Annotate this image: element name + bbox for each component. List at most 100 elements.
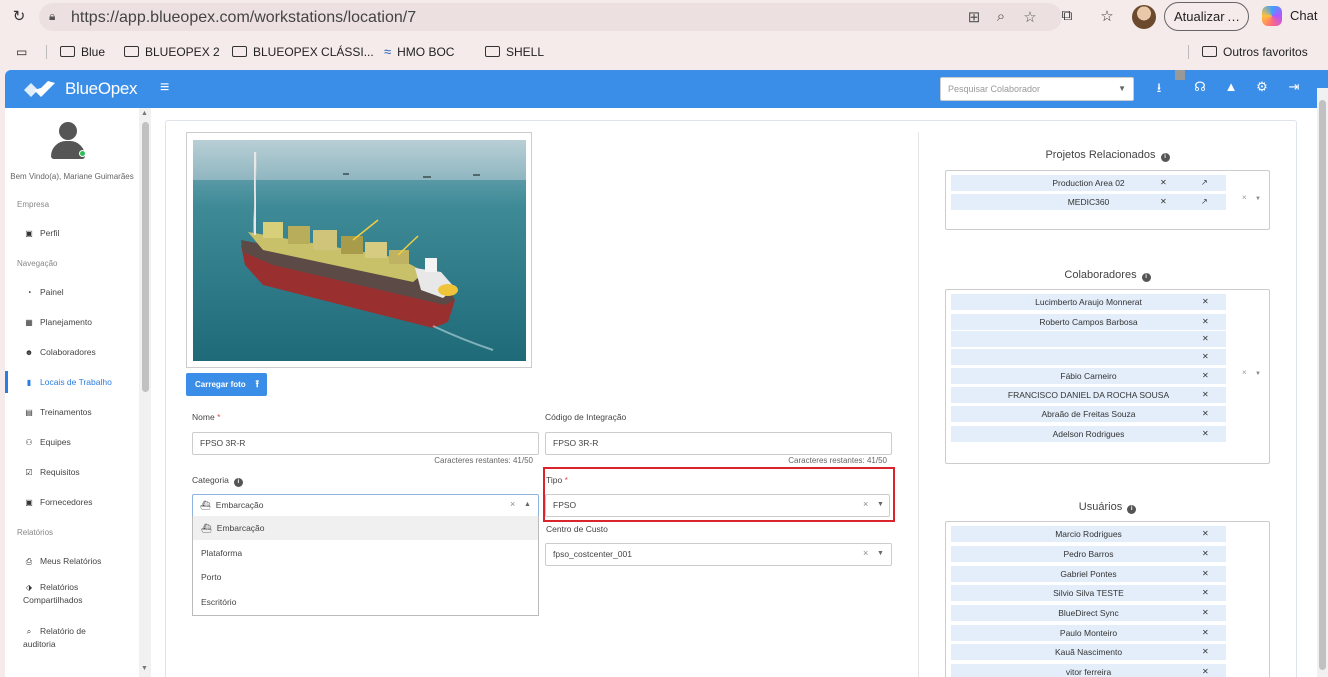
extensions-icon[interactable]: ⧉ (1057, 7, 1077, 24)
page-scroll-thumb[interactable] (1319, 100, 1326, 670)
sidebar-item-treinamentos[interactable]: ▤ Treinamentos (5, 401, 139, 423)
other-favorites[interactable]: Outros favoritos (1202, 43, 1308, 61)
upload-photo-button[interactable]: Carregar foto ⭱ (186, 373, 267, 396)
remove-chip-icon[interactable]: ✕ (1202, 664, 1209, 677)
chevron-down-icon[interactable]: ▼ (877, 550, 884, 557)
sidebar-item-planejamento[interactable]: ▦ Planejamento (5, 311, 139, 333)
projetos-title-text: Projetos Relacionados (1045, 149, 1156, 161)
chevron-down-icon[interactable]: ▼ (1255, 371, 1261, 377)
notifications-bell-icon[interactable]: ▲ (1222, 79, 1240, 94)
sidebar-item-equipes[interactable]: ⚇ Equipes (5, 431, 139, 453)
menu-toggle-icon[interactable]: ≡ (160, 79, 169, 97)
info-icon[interactable]: i (1127, 505, 1137, 514)
dropdown-option-escritorio[interactable]: Escritório (193, 590, 538, 614)
settings-gear-icon[interactable]: ⚙ (1253, 79, 1271, 95)
sidebar-item-fornecedores[interactable]: ▣ Fornecedores (5, 491, 139, 513)
colaboradores-multiselect[interactable]: Lucimberto Araujo Monnerat ✕ Roberto Camp… (945, 289, 1270, 464)
remove-chip-icon[interactable]: ✕ (1202, 526, 1209, 542)
upload-photo-label: Carregar foto (195, 380, 246, 389)
sidebar-item-locais-de-trabalho[interactable]: ▮ Locais de Trabalho (5, 371, 139, 393)
address-bar[interactable]: 🔒︎ https://app.blueopex.com/workstations… (39, 3, 1062, 31)
apps-icon[interactable]: ⊞ (964, 8, 984, 26)
categoria-select[interactable]: ⛴ Embarcação (192, 494, 539, 517)
support-headset-icon[interactable]: ☊ (1191, 79, 1209, 95)
scroll-up-icon[interactable]: ▲ (141, 110, 148, 117)
search-collaborator-select[interactable]: Pesquisar Colaborador ▼ (940, 77, 1134, 101)
dropdown-option-porto[interactable]: Porto (193, 565, 538, 589)
remove-chip-icon[interactable]: ✕ (1160, 175, 1167, 191)
collaborator-chip: Fábio Carneiro ✕ (951, 368, 1226, 384)
url-text[interactable]: https://app.blueopex.com/workstations/lo… (71, 9, 416, 27)
remove-chip-icon[interactable]: ✕ (1202, 331, 1209, 347)
remove-chip-icon[interactable]: ✕ (1202, 387, 1209, 403)
reload-icon[interactable]: ↻ (9, 7, 29, 27)
clear-all-icon[interactable]: × (1242, 368, 1247, 377)
sidebar-item-painel[interactable]: ◔ Painel (5, 281, 139, 303)
site-info-icon[interactable]: 🔒︎ (49, 9, 55, 24)
sidebar-scroll-thumb[interactable] (142, 122, 149, 392)
chevron-down-icon[interactable]: ▼ (877, 501, 884, 508)
collaborator-chip: Abraão de Freitas Souza ✕ (951, 406, 1226, 422)
sidebar-item-relatorio-auditoria[interactable]: ⌕ Relatório de auditoria (5, 623, 139, 653)
bookmark-blueopex-classic[interactable]: BLUEOPEX CLÁSSI... (232, 43, 374, 61)
remove-chip-icon[interactable]: ✕ (1202, 406, 1209, 422)
remove-chip-icon[interactable]: ✕ (1202, 585, 1209, 601)
chevron-down-icon[interactable]: ▼ (1255, 196, 1261, 202)
nome-input[interactable]: FPSO 3R-R (192, 432, 539, 455)
update-label: Atualizar (1174, 9, 1225, 24)
remove-chip-icon[interactable]: ✕ (1202, 605, 1209, 621)
clear-centro-custo-icon[interactable]: × (863, 548, 868, 558)
projetos-multiselect[interactable]: Production Area 02 ✕ ↗ MEDIC360 ✕ ↗ × ▼ (945, 170, 1270, 230)
download-icon[interactable]: ⭳ (1150, 79, 1168, 101)
sidebar-item-colaboradores[interactable]: ☻ Colaboradores (5, 341, 139, 363)
external-link-icon[interactable]: ↗ (1201, 194, 1208, 210)
project-chip: MEDIC360 ✕ ↗ (951, 194, 1226, 210)
bookmark-blue[interactable]: Blue (60, 43, 105, 61)
bookmark-blueopex2[interactable]: BLUEOPEX 2 (124, 43, 220, 61)
remove-chip-icon[interactable]: ✕ (1160, 194, 1167, 210)
remove-chip-icon[interactable]: ✕ (1202, 426, 1209, 442)
remove-chip-icon[interactable]: ✕ (1202, 368, 1209, 384)
external-link-icon[interactable]: ↗ (1201, 175, 1208, 191)
clear-tipo-icon[interactable]: × (863, 499, 868, 509)
info-icon[interactable]: i (1160, 153, 1170, 162)
favorites-icon[interactable]: ☆ (1097, 7, 1117, 25)
clear-categoria-icon[interactable]: × (510, 499, 515, 509)
chip-label: Paulo Monteiro (1059, 628, 1118, 638)
sidebar-item-meus-relatorios[interactable]: ⎙ Meus Relatórios (5, 550, 139, 572)
reading-list-icon[interactable]: ▭ (16, 43, 27, 61)
centro-custo-select[interactable]: fpso_costcenter_001 (545, 543, 892, 566)
remove-chip-icon[interactable]: ✕ (1202, 546, 1209, 562)
zoom-icon[interactable]: ⌕ (991, 8, 1011, 25)
logout-icon[interactable]: ⇥ (1285, 79, 1303, 95)
copilot-icon[interactable] (1262, 6, 1282, 26)
usuarios-multiselect[interactable]: Marcio Rodrigues ✕ Pedro Barros ✕ Gabriel … (945, 521, 1270, 677)
chevron-up-icon[interactable]: ▲ (524, 501, 531, 508)
remove-chip-icon[interactable]: ✕ (1202, 625, 1209, 641)
chat-label[interactable]: Chat (1290, 8, 1317, 23)
dropdown-option-embarcacao[interactable]: ⛴ Embarcação (193, 516, 538, 540)
dropdown-option-plataforma[interactable]: Plataforma (193, 541, 538, 565)
sidebar-item-relatorios-compartilhados[interactable]: ⬗ Relatórios Compartilhados (5, 579, 139, 609)
remove-chip-icon[interactable]: ✕ (1202, 644, 1209, 660)
remove-chip-icon[interactable]: ✕ (1202, 349, 1209, 365)
search-placeholder: Pesquisar Colaborador (948, 84, 1041, 94)
remove-chip-icon[interactable]: ✕ (1202, 566, 1209, 582)
info-icon[interactable]: i (233, 478, 243, 487)
sidebar-item-label-2: auditoria (23, 639, 56, 649)
sidebar-item-requisitos[interactable]: ☑ Requisitos (5, 461, 139, 483)
scroll-down-icon[interactable]: ▼ (141, 665, 148, 672)
bookmark-shell[interactable]: SHELL (485, 43, 544, 61)
tipo-select[interactable]: FPSO (545, 494, 890, 517)
favorite-star-icon[interactable]: ☆ (1020, 8, 1040, 26)
sidebar-item-perfil[interactable]: ▣ Perfil (5, 222, 139, 244)
profile-avatar[interactable] (1132, 5, 1156, 29)
update-button[interactable]: Atualizar … (1164, 2, 1249, 31)
bookmark-hmo-boc[interactable]: ≈ HMO BOC (384, 43, 454, 61)
codigo-integracao-input[interactable]: FPSO 3R-R (545, 432, 892, 455)
remove-chip-icon[interactable]: ✕ (1202, 294, 1209, 310)
remove-chip-icon[interactable]: ✕ (1202, 314, 1209, 330)
bookmarks-bar: ▭ Blue BLUEOPEX 2 BLUEOPEX CLÁSSI... ≈ HM… (0, 40, 1328, 64)
clear-all-icon[interactable]: × (1242, 193, 1247, 202)
info-icon[interactable]: i (1141, 273, 1151, 282)
